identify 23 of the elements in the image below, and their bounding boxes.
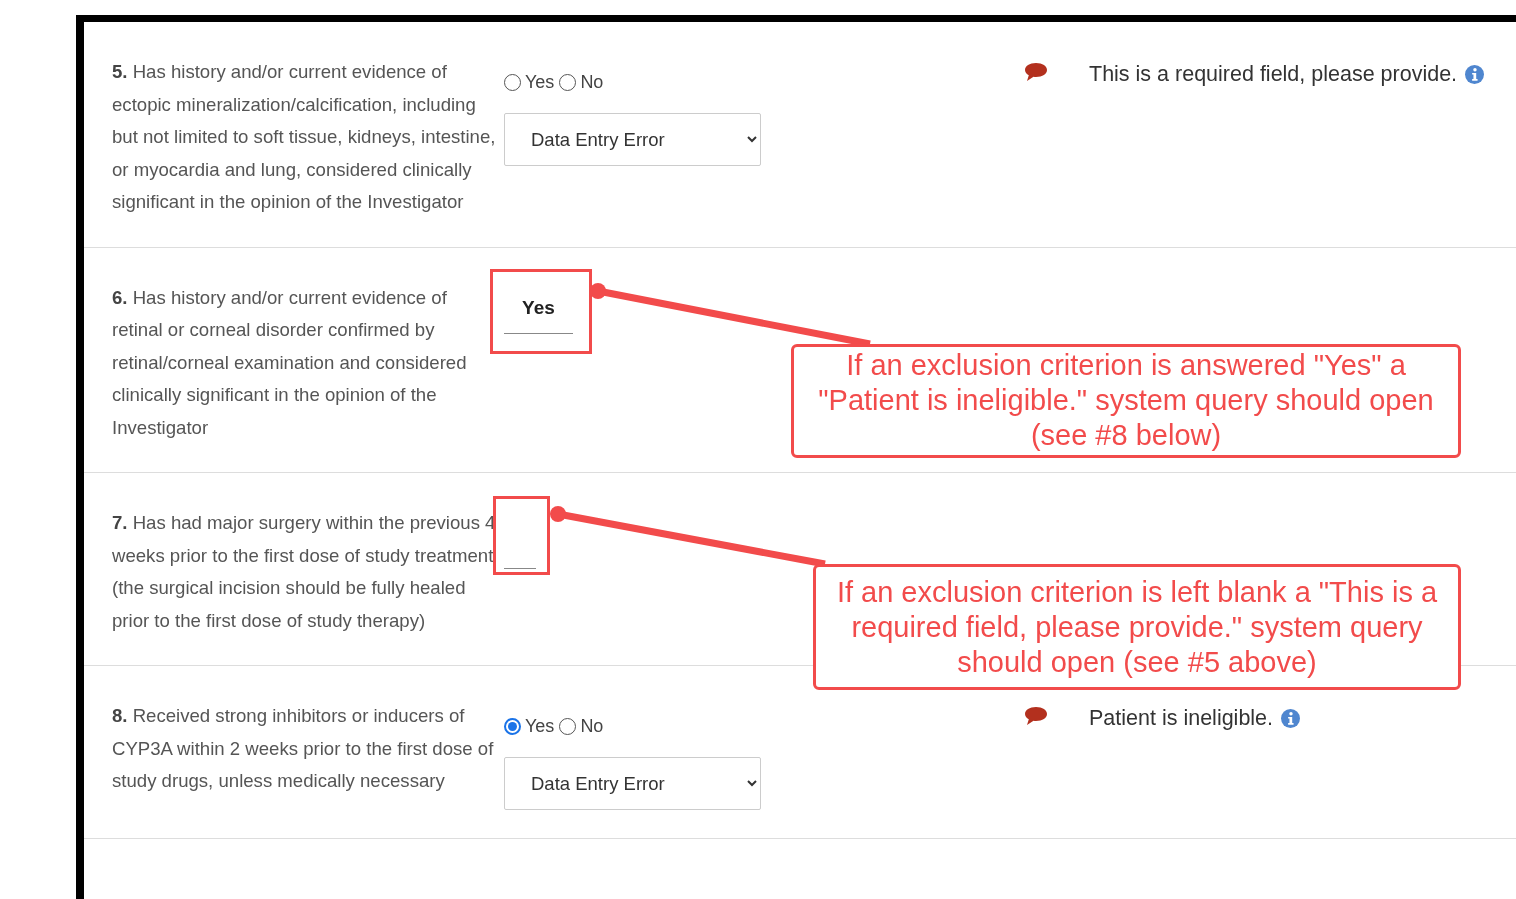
radio-button[interactable]: [559, 718, 577, 735]
question-text: 7. Has had major surgery within the previous 4 weeks prior to the first dose of study treatment (the surgical incision should be fully healed prior to the first dose of study therapy): [112, 511, 497, 633]
info-icon[interactable]: [1281, 709, 1301, 728]
answer-value: Yes: [504, 296, 573, 334]
comment-icon[interactable]: [1024, 62, 1048, 82]
radio-label: Yes: [525, 716, 555, 737]
radio-button[interactable]: [504, 718, 521, 735]
reason-dropdown[interactable]: Data Entry Error: [504, 757, 761, 810]
question-text: 5. Has history and/or current evidence of ectopic mineralization/calcification, including but not limited to soft tissue, kidneys, intestine, or myocardia and lung, considered clinically significant in the opinion of the Investigator: [112, 60, 497, 214]
reason-dropdown[interactable]: Data Entry Error: [504, 113, 761, 166]
callout-note: If an exclusion criterion is answered "Yes" a "Patient is ineligible." system query should open (see #8 below): [791, 343, 1461, 458]
radio-label: No: [580, 716, 604, 737]
question-text: 6. Has history and/or current evidence of retinal or corneal disorder confirmed by retinal/corneal examination and considered clinically significant in the opinion of the Investigator: [112, 285, 468, 440]
query-message: This is a required field, please provide.: [1089, 62, 1458, 87]
query-message: Patient is ineligible.: [1089, 706, 1274, 731]
radio-label: Yes: [525, 72, 555, 93]
radio-label: No: [580, 72, 604, 93]
radio-button[interactable]: [504, 74, 521, 91]
question-text: 8. Received strong inhibitors or inducers of CYP3A within 2 weeks prior to the first dose of study drugs, unless medically necessary: [112, 704, 495, 793]
info-icon[interactable]: [1465, 65, 1485, 84]
callout-note: If an exclusion criterion is left blank a "This is a required field, please provide." system query should open (see #5 above): [813, 564, 1461, 690]
radio-button[interactable]: [559, 74, 577, 91]
comment-icon[interactable]: [1024, 706, 1048, 726]
